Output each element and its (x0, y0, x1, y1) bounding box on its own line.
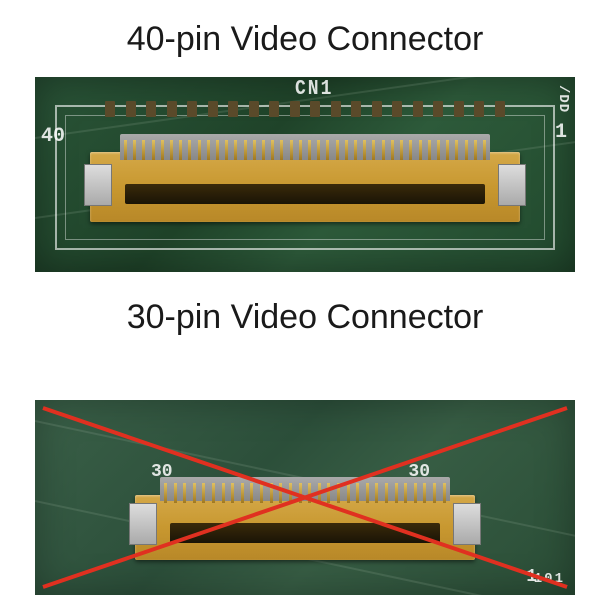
connector-slot (170, 523, 440, 543)
connector-designator: CN1 (295, 77, 333, 101)
lock-clip-left (129, 503, 157, 545)
connector-30-pin (135, 495, 475, 560)
pin-strip (160, 477, 450, 501)
capacitor-row (105, 101, 505, 119)
lock-clip-right (498, 164, 526, 206)
lock-clip-right (453, 503, 481, 545)
title-40-pin: 40-pin Video Connector (127, 20, 484, 59)
pin-label-40: 40 (41, 125, 65, 148)
pcb-40-pin: 40 CN1 1 /DD (35, 77, 575, 272)
title-30-pin: 30-pin Video Connector (127, 298, 484, 337)
pin-strip (120, 134, 490, 160)
pin-label-1: 1 (555, 121, 567, 144)
vdd-label: /DD (555, 85, 571, 113)
aux-label: 101 (534, 571, 565, 587)
connector-40-pin (90, 152, 520, 222)
connector-slot (125, 184, 485, 204)
lock-clip-left (84, 164, 112, 206)
pcb-30-pin: 30 30 1 101 (35, 400, 575, 595)
